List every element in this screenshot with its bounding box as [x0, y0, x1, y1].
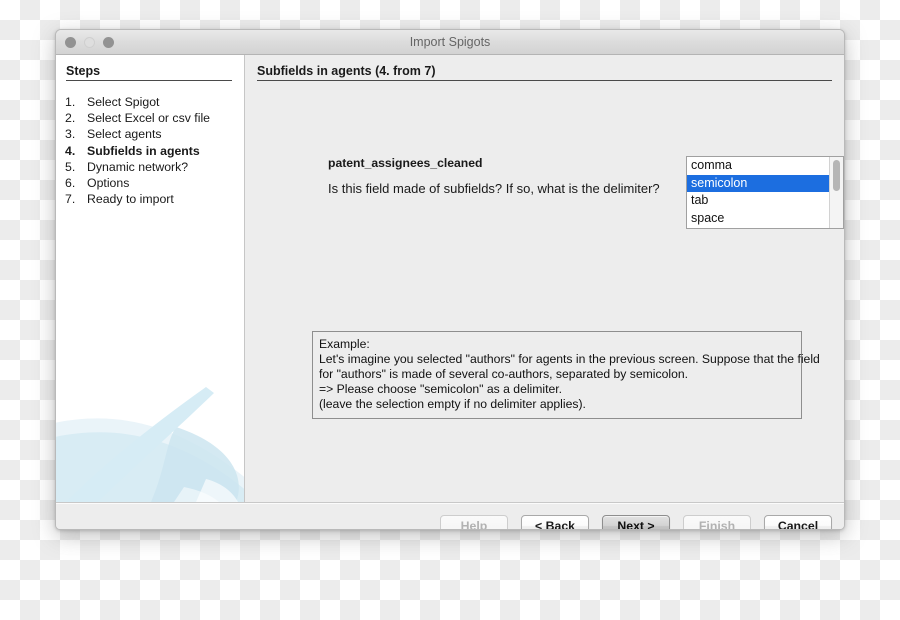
sidebar-step-5: 5. Dynamic network?	[56, 159, 244, 175]
next-button[interactable]: Next >	[602, 515, 670, 529]
steps-heading: Steps	[66, 64, 232, 81]
step-number: 1.	[65, 95, 76, 109]
steps-sidebar: Steps 1. Select Spigot 2. Select Excel or c…	[56, 55, 245, 502]
delimiter-option-space[interactable]: space	[687, 210, 829, 228]
step-label: Select agents	[87, 127, 162, 142]
delimiter-option-tab[interactable]: tab	[687, 192, 829, 210]
step-label: Select Spigot	[87, 95, 160, 109]
page-title: Subfields in agents (4. from 7)	[257, 64, 832, 81]
delimiter-option-list: comma semicolon tab space	[687, 157, 829, 228]
main-panel: Subfields in agents (4. from 7) patent_a…	[245, 55, 844, 502]
help-button: Help	[440, 515, 508, 529]
finish-button: Finish	[683, 515, 751, 529]
step-number: 3.	[65, 127, 76, 142]
scrollbar-thumb[interactable]	[833, 160, 840, 191]
step-label: Ready to import	[87, 192, 174, 207]
delimiter-listbox[interactable]: comma semicolon tab space	[686, 156, 844, 229]
example-line-1: Example:	[319, 337, 370, 351]
sidebar-step-1: 1. Select Spigot	[56, 94, 244, 110]
delimiter-option-semicolon[interactable]: semicolon	[687, 174, 829, 192]
field-name-label: patent_assignees_cleaned	[328, 156, 483, 170]
footer-bar: Help < Back Next > Finish Cancel	[56, 502, 844, 529]
example-box: Example: Let's imagine you selected "auth…	[312, 331, 820, 419]
sidebar-step-4: 4. Subfields in agents	[56, 143, 244, 159]
example-line-3: for "authors" is made of several co-auth…	[319, 367, 689, 381]
step-number: 6.	[65, 176, 76, 191]
window-titlebar[interactable]: Import Spigots	[56, 30, 844, 55]
example-line-2: Let's imagine you selected "authors" for…	[319, 352, 820, 366]
delimiter-option-comma[interactable]: comma	[687, 157, 829, 175]
sidebar-step-2: 2. Select Excel or csv file	[56, 110, 244, 126]
cancel-button[interactable]: Cancel	[764, 515, 832, 529]
field-question-text: Is this field made of subfields? If so, …	[328, 181, 660, 196]
window-title: Import Spigots	[409, 35, 491, 49]
sidebar-step-3: 3. Select agents	[56, 126, 244, 142]
step-label: Subfields in agents	[87, 143, 200, 158]
wizard-buttons: Help < Back Next > Finish Cancel	[440, 515, 832, 529]
sidebar-step-6: 6. Options	[56, 175, 244, 191]
example-line-5: (leave the selection empty if no delimit…	[319, 397, 586, 411]
step-label: Options	[87, 176, 130, 191]
listbox-scrollbar[interactable]	[829, 157, 843, 228]
back-button[interactable]: < Back	[521, 515, 589, 529]
steps-list: 1. Select Spigot 2. Select Excel or csv fil…	[56, 94, 244, 207]
step-number: 2.	[65, 111, 76, 126]
step-number: 4.	[65, 143, 76, 158]
step-number: 5.	[65, 159, 76, 174]
window-body: Steps 1. Select Spigot 2. Select Excel or c…	[56, 55, 844, 502]
step-number: 7.	[65, 192, 76, 207]
step-label: Select Excel or csv file	[87, 111, 211, 126]
decorative-swoosh-graphic	[56, 367, 244, 502]
example-line-4: => Please choose "semicolon" as a delimi…	[319, 382, 563, 396]
import-spigots-window: Import Spigots Steps 1. Select Spigot 2. Se…	[55, 29, 845, 530]
step-label: Dynamic network?	[87, 159, 189, 174]
sidebar-step-7: 7. Ready to import	[56, 191, 244, 207]
